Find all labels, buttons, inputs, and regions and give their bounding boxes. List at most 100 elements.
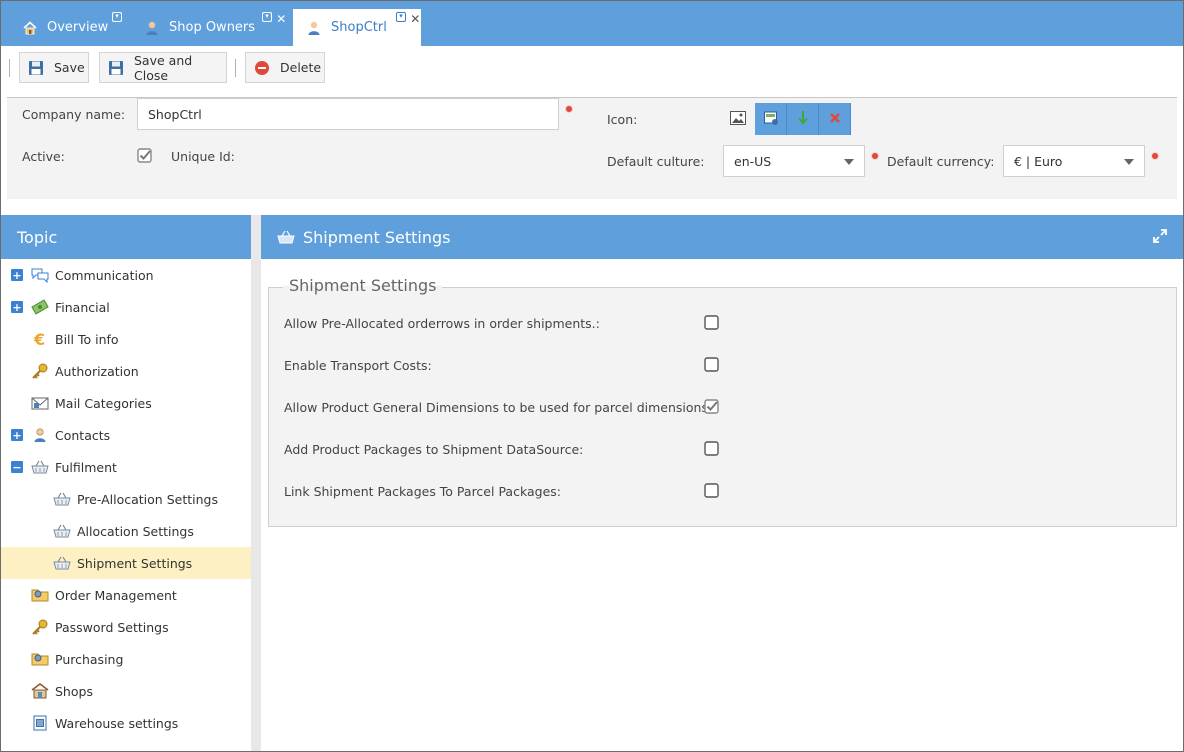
setting-label: Allow Pre-Allocated orderrows in order s… <box>284 316 600 331</box>
mail-icon <box>31 394 49 412</box>
maximize-icon[interactable] <box>1153 229 1167 243</box>
chevron-down-icon[interactable]: ▾ <box>396 12 406 22</box>
topic-item-pre-allocation-settings[interactable]: Pre-Allocation Settings <box>1 483 251 515</box>
company-name-input[interactable]: ShopCtrl <box>137 98 559 130</box>
tab-label: ShopCtrl <box>331 20 387 35</box>
topic-item-label: Bill To info <box>55 331 119 347</box>
basket-icon <box>53 522 71 540</box>
topic-item-label: Financial <box>55 299 110 315</box>
active-label: Active: <box>22 149 65 164</box>
topic-item-communication[interactable]: + Communication <box>1 259 251 291</box>
key-icon <box>31 618 49 636</box>
toolbar-separator <box>9 59 10 77</box>
setting-label: Link Shipment Packages To Parcel Package… <box>284 484 561 499</box>
save-and-close-button[interactable]: Save and Close <box>99 52 227 83</box>
required-indicator <box>566 106 572 112</box>
setting-label: Add Product Packages to Shipment DataSou… <box>284 442 584 457</box>
setting-checkbox[interactable] <box>704 483 720 499</box>
setting-label: Allow Product General Dimensions to be u… <box>284 400 713 415</box>
topic-item-bill-to-info[interactable]: € Bill To info <box>1 323 251 355</box>
default-culture-select[interactable]: en-US <box>723 145 865 177</box>
topic-item-allocation-settings[interactable]: Allocation Settings <box>1 515 251 547</box>
topic-item-order-management[interactable]: Order Management <box>1 579 251 611</box>
image-icon <box>730 111 746 125</box>
shipment-settings-fieldset: Shipment Settings Allow Pre-Allocated or… <box>268 276 1177 527</box>
remove-icon-button[interactable] <box>819 103 851 135</box>
money-icon <box>31 298 49 316</box>
chevron-down-icon[interactable]: ▾ <box>262 12 272 22</box>
topic-item-password-settings[interactable]: Password Settings <box>1 611 251 643</box>
close-icon <box>829 112 841 127</box>
topic-item-mail-categories[interactable]: Mail Categories <box>1 387 251 419</box>
close-icon[interactable]: ✕ <box>410 12 420 26</box>
expand-icon[interactable]: + <box>11 301 23 313</box>
setting-label: Enable Transport Costs: <box>284 358 432 373</box>
basket-icon <box>53 554 71 572</box>
setting-checkbox[interactable] <box>704 357 720 373</box>
setting-checkbox[interactable] <box>704 315 720 331</box>
close-icon[interactable]: ✕ <box>276 12 286 26</box>
topic-item-label: Contacts <box>55 427 111 443</box>
tab-shop-owners-controls[interactable]: ▾ ✕ <box>262 12 286 26</box>
expand-icon[interactable]: + <box>11 269 23 281</box>
delete-icon <box>254 60 270 76</box>
user-icon <box>31 426 49 444</box>
chat-icon <box>31 266 49 284</box>
topic-item-label: Warehouse settings <box>55 715 179 731</box>
euro-icon: € <box>31 330 49 348</box>
unique-id-label: Unique Id: <box>171 149 235 164</box>
svg-text:€: € <box>33 331 45 347</box>
tab-shop-owners[interactable]: Shop Owners <box>143 9 255 46</box>
chevron-down-icon: ▾ <box>112 12 122 22</box>
default-currency-select[interactable]: € | Euro <box>1003 145 1145 177</box>
select-icon-button[interactable] <box>755 103 787 135</box>
icon-label: Icon: <box>607 112 638 127</box>
folder-gear-icon <box>31 650 49 668</box>
image-browse-icon <box>763 110 779 129</box>
tab-bar: Overview ▾ Shop Owners ▾ ✕ ShopCtrl ▾ ✕ <box>1 1 1183 46</box>
tab-label: Shop Owners <box>169 20 256 35</box>
tab-overview[interactable]: Overview <box>21 9 108 46</box>
setting-checkbox[interactable] <box>704 441 720 457</box>
topic-item-financial[interactable]: + Financial <box>1 291 251 323</box>
topic-item-shops[interactable]: Shops <box>1 675 251 707</box>
topic-item-warehouse-settings[interactable]: Warehouse settings <box>1 707 251 739</box>
topic-panel-title: Topic <box>1 215 251 259</box>
default-culture-value: en-US <box>734 153 772 169</box>
topic-panel: Topic + Communication + Financial € Bill To i… <box>1 215 251 751</box>
topic-item-label: Password Settings <box>55 619 169 635</box>
shop-icon <box>31 682 49 700</box>
topic-item-label: Shipment Settings <box>77 555 193 571</box>
setting-checkbox[interactable] <box>704 399 720 415</box>
topic-item-label: Shops <box>55 683 93 699</box>
tab-overview-menu[interactable]: ▾ <box>112 12 122 23</box>
topic-item-label: Communication <box>55 267 154 283</box>
topic-item-contacts[interactable]: + Contacts <box>1 419 251 451</box>
home-icon <box>21 19 39 37</box>
topic-item-authorization[interactable]: Authorization <box>1 355 251 387</box>
default-currency-label: Default currency: <box>887 154 995 169</box>
key-icon <box>31 362 49 380</box>
tab-shopctrl-controls[interactable]: ▾ ✕ <box>396 12 420 26</box>
save-button[interactable]: Save <box>19 52 89 83</box>
panel-splitter[interactable] <box>251 215 261 751</box>
tab-label: Overview <box>47 20 109 35</box>
topic-item-purchasing[interactable]: Purchasing <box>1 643 251 675</box>
chevron-down-icon <box>844 159 854 165</box>
basket-icon <box>277 230 295 244</box>
download-icon-button[interactable] <box>787 103 819 135</box>
expand-icon[interactable]: + <box>11 429 23 441</box>
collapse-icon[interactable]: − <box>11 461 23 473</box>
delete-button[interactable]: Delete <box>245 52 325 83</box>
topic-item-label: Order Management <box>55 587 177 603</box>
save-label: Save <box>54 60 85 75</box>
active-checkbox[interactable] <box>137 148 153 164</box>
topic-item-label: Pre-Allocation Settings <box>77 491 218 507</box>
topic-item-shipment-settings[interactable]: Shipment Settings <box>1 547 251 579</box>
shipment-settings-title: Shipment Settings <box>303 227 451 247</box>
topic-item-label: Fulfilment <box>55 459 117 475</box>
topic-item-label: Purchasing <box>55 651 124 667</box>
user-icon <box>305 19 323 37</box>
required-indicator <box>1152 153 1158 159</box>
topic-item-fulfilment[interactable]: − Fulfilment <box>1 451 251 483</box>
